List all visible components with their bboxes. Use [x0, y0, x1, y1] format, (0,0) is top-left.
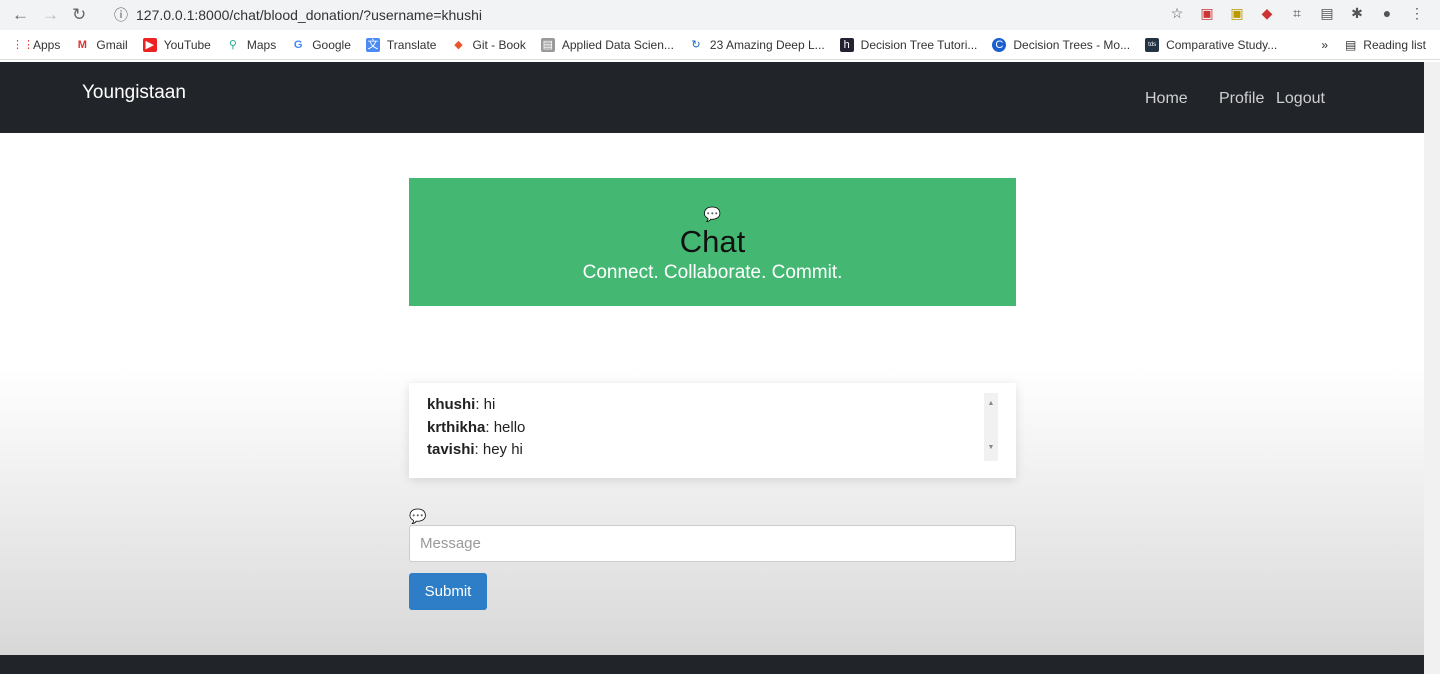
bookmark-google[interactable]: G Google — [291, 38, 351, 52]
extension-icon[interactable]: ▣ — [1228, 5, 1246, 22]
bookmark-applied[interactable]: ▤ Applied Data Scien... — [540, 37, 674, 52]
main-content: 💬 Chat Connect. Collaborate. Commit. khu… — [0, 133, 1424, 655]
extension-icon[interactable]: ▤ — [1318, 5, 1336, 22]
navbar: Youngistaan Home Profile Logout — [0, 62, 1424, 133]
deep-icon: ↻ — [691, 38, 701, 51]
chat-message: khushi: hi — [427, 396, 496, 413]
c-icon: C — [992, 37, 1007, 52]
gmail-icon: M — [77, 38, 87, 51]
extension-icon[interactable]: ▣ — [1198, 5, 1216, 22]
bookmarks-bar: ⋮⋮ Apps M Gmail ▶ YouTube ⚲ Maps G Google 文 Tr… — [0, 30, 1440, 60]
bookmark-comparative[interactable]: tds Comparative Study... — [1145, 37, 1277, 52]
message-input[interactable] — [409, 525, 1016, 562]
apps-icon: ⋮⋮ — [12, 38, 34, 51]
bookmark-apps[interactable]: ⋮⋮ Apps — [12, 38, 60, 52]
bookmark-translate[interactable]: 文 Translate — [365, 37, 436, 52]
reading-list[interactable]: ▤ Reading list — [1345, 38, 1426, 52]
page-subtitle: Connect. Collaborate. Commit. — [582, 262, 843, 283]
back-icon[interactable]: ← — [12, 5, 42, 25]
bookmark-decision-trees[interactable]: C Decision Trees - Mo... — [992, 37, 1130, 52]
address-bar[interactable]: ⓘ 127.0.0.1:8000/chat/blood_donation/?use… — [114, 5, 482, 25]
nav-profile[interactable]: Profile — [1219, 90, 1264, 108]
message-icon: 💬 — [409, 508, 427, 524]
submit-button[interactable]: Submit — [409, 573, 487, 610]
brand[interactable]: Youngistaan — [82, 82, 186, 104]
chat-message: tavishi: hey hi — [427, 441, 523, 458]
extension-icon[interactable]: ◆ — [1258, 5, 1276, 22]
bookmark-decision-tree-tutorial[interactable]: h Decision Tree Tutori... — [839, 37, 977, 52]
bookmark-youtube[interactable]: ▶ YouTube — [142, 37, 211, 52]
footer — [0, 655, 1424, 674]
info-icon: ⓘ — [114, 7, 128, 23]
page-title: Chat — [679, 224, 746, 259]
reading-list-icon: ▤ — [1344, 37, 1357, 52]
extensions: ☆ ▣ ▣ ◆ ⌗ ▤ ✱ ● ⋮ — [1168, 5, 1426, 22]
bookmark-maps[interactable]: ⚲ Maps — [226, 38, 276, 52]
more-bookmarks[interactable]: » — [1321, 38, 1328, 52]
forward-icon[interactable]: → — [42, 5, 72, 25]
bookmark-git[interactable]: ◆ Git - Book — [451, 38, 526, 52]
tds-icon: tds — [1145, 37, 1160, 52]
puzzle-icon[interactable]: ✱ — [1348, 5, 1366, 22]
chat-log[interactable]: khushi: hi krthikha: hello tavishi: hey … — [409, 383, 1016, 478]
maps-icon: ⚲ — [228, 38, 237, 51]
google-icon: G — [293, 38, 303, 51]
scroll-up-icon[interactable]: ▲ — [984, 393, 998, 416]
chat-scrollbar[interactable]: ▲ ▼ — [984, 393, 998, 461]
url-text: 127.0.0.1:8000/chat/blood_donation/?user… — [136, 7, 482, 23]
git-icon: ◆ — [454, 38, 463, 51]
applied-icon: ▤ — [540, 37, 555, 52]
chat-hero: 💬 Chat Connect. Collaborate. Commit. — [409, 178, 1016, 306]
nav-logout[interactable]: Logout — [1276, 90, 1325, 108]
reload-icon[interactable]: ↻ — [72, 5, 102, 25]
chat-message: krthikha: hello — [427, 418, 526, 436]
bookmark-gmail[interactable]: M Gmail — [75, 38, 128, 52]
h-icon: h — [839, 37, 854, 52]
bookmark-deep[interactable]: ↻ 23 Amazing Deep L... — [689, 38, 824, 52]
chat-bubble-icon: 💬 — [703, 206, 722, 222]
scroll-down-icon[interactable]: ▼ — [984, 437, 998, 460]
page-scrollbar[interactable] — [1424, 62, 1440, 674]
menu-icon[interactable]: ⋮ — [1408, 5, 1426, 22]
star-icon[interactable]: ☆ — [1168, 5, 1186, 22]
browser-toolbar: ← → ↻ ⓘ 127.0.0.1:8000/chat/blood_donatio… — [0, 0, 1440, 30]
extension-icon[interactable]: ⌗ — [1288, 5, 1306, 22]
translate-icon: 文 — [365, 37, 380, 52]
youtube-icon: ▶ — [142, 37, 157, 52]
nav-home[interactable]: Home — [1145, 90, 1188, 108]
avatar[interactable]: ● — [1378, 5, 1396, 22]
